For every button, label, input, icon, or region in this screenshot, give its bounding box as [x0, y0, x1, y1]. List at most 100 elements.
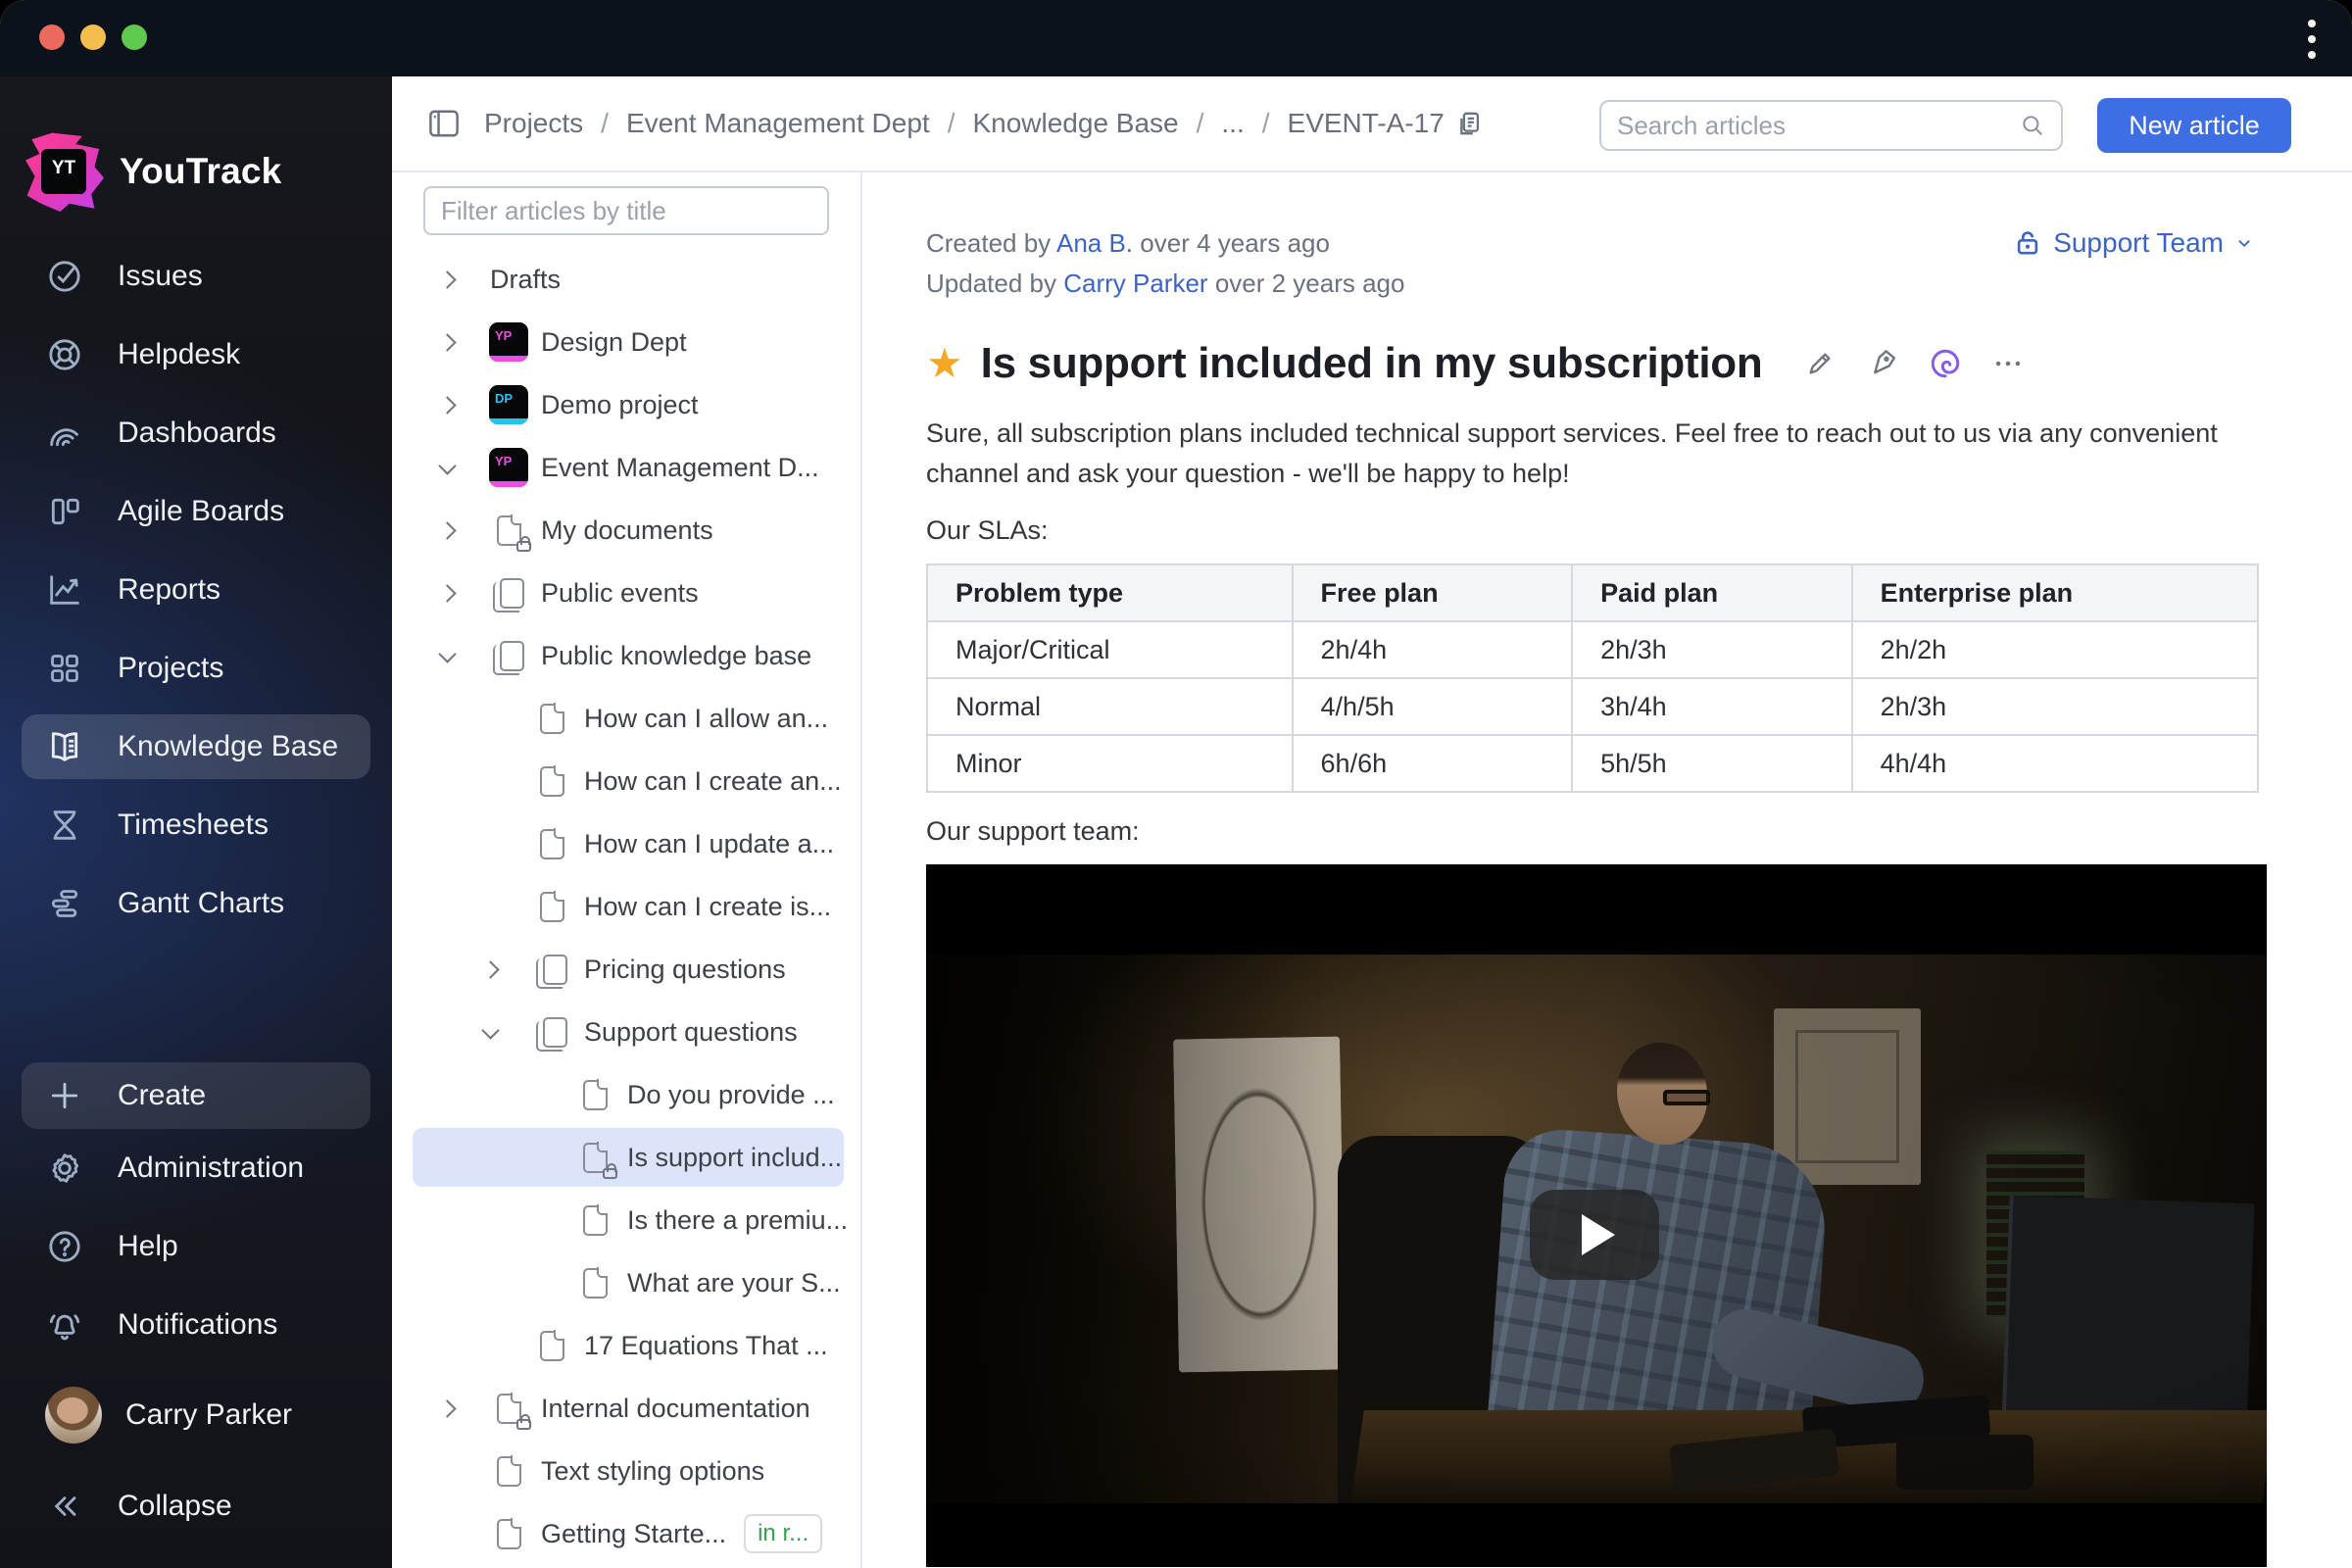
sidebar-item-timesheets[interactable]: Timesheets [0, 786, 392, 864]
tree-item-how-can-i-create-an[interactable]: How can I create an... [392, 750, 860, 812]
sidebar-item-help[interactable]: Help [0, 1207, 392, 1286]
chevron-right-icon[interactable] [438, 332, 457, 352]
document-icon [539, 827, 565, 859]
chevron-right-icon[interactable] [438, 520, 457, 540]
more-actions-button[interactable] [1991, 347, 2025, 380]
tree-item-is-support-included[interactable]: Is support includ... [392, 1126, 860, 1189]
avatar [45, 1387, 102, 1444]
document-icon [582, 1266, 609, 1298]
edit-article-button[interactable] [1803, 347, 1837, 380]
tree-item-getting-started[interactable]: Getting Starte... in r... [392, 1502, 860, 1565]
updated-author-link[interactable]: Carry Parker [1063, 269, 1207, 298]
favorite-star-icon[interactable]: ★ [926, 343, 963, 384]
breadcrumb-event-management-dept[interactable]: Event Management Dept [626, 108, 930, 139]
tree-item-public-knowledge-base[interactable]: Public knowledge base [392, 624, 860, 687]
collapse-sidebar-button[interactable]: Collapse [0, 1466, 392, 1546]
article-view: Created by Ana B. over 4 years ago Updat… [862, 172, 2352, 1568]
tree-item-drafts[interactable]: Drafts [392, 248, 860, 311]
chevron-right-icon[interactable] [438, 395, 457, 415]
tree-item-pricing-questions[interactable]: Pricing questions [392, 938, 860, 1001]
lock-icon [603, 1162, 617, 1179]
chevron-down-icon[interactable] [438, 644, 457, 663]
new-article-button[interactable]: New article [2097, 98, 2291, 153]
tree-item-event-management-dept[interactable]: YP Event Management D... [392, 436, 860, 499]
sidebar-item-agile-boards[interactable]: Agile Boards [0, 472, 392, 551]
tree-item-is-there-a-premium[interactable]: Is there a premiu... [392, 1189, 860, 1251]
copy-id-icon[interactable] [1456, 110, 1482, 137]
agile-boards-icon [51, 498, 79, 525]
documents-stack-icon [492, 577, 524, 612]
table-row: Normal 4/h/5h 3h/4h 2h/3h [926, 677, 2260, 736]
chevron-right-icon[interactable] [438, 583, 457, 603]
youtrack-logo[interactable]: YT YouTrack [25, 131, 281, 212]
chevron-right-icon[interactable] [438, 1398, 457, 1418]
user-menu[interactable]: Carry Parker [0, 1364, 392, 1466]
app-window: YT YouTrack Issues Helpdesk Dashboards A… [0, 0, 2352, 1568]
support-team-label: Our support team: [926, 816, 1140, 846]
chevron-right-icon[interactable] [438, 270, 457, 289]
close-window-button[interactable] [39, 24, 65, 50]
sidebar-item-administration[interactable]: Administration [0, 1129, 392, 1207]
pencil-icon [1809, 353, 1831, 374]
created-author-link[interactable]: Ana B. [1056, 228, 1133, 258]
documents-stack-icon [535, 954, 567, 989]
toggle-panel-icon[interactable] [427, 109, 461, 138]
sidebar-item-reports[interactable]: Reports [0, 551, 392, 629]
tree-item-my-documents[interactable]: My documents [392, 499, 860, 562]
app-title: YouTrack [120, 151, 282, 191]
tree-item-how-can-i-allow[interactable]: How can I allow an... [392, 687, 860, 750]
document-icon [582, 1078, 609, 1110]
tree-item-support-questions[interactable]: Support questions [392, 1001, 860, 1063]
breadcrumb-article-id[interactable]: EVENT-A-17 [1288, 108, 1445, 139]
tree-item-internal-documentation[interactable]: Internal documentation [392, 1377, 860, 1440]
tree-item-text-styling-options[interactable]: Text styling options [392, 1440, 860, 1502]
play-icon [1582, 1214, 1615, 1255]
slas-label: Our SLAs: [926, 515, 1049, 545]
sidebar-item-gantt-charts[interactable]: Gantt Charts [0, 864, 392, 943]
tree-item-public-events[interactable]: Public events [392, 562, 860, 624]
filter-articles-input[interactable] [425, 195, 827, 226]
chevron-down-icon[interactable] [481, 1020, 500, 1040]
sidebar-item-helpdesk[interactable]: Helpdesk [0, 316, 392, 394]
breadcrumb-ellipsis[interactable]: ... [1221, 108, 1244, 139]
zoom-window-button[interactable] [122, 24, 147, 50]
ai-assistant-button[interactable] [1929, 347, 1962, 380]
tree-item-how-can-i-update[interactable]: How can I update a... [392, 812, 860, 875]
breadcrumb-projects[interactable]: Projects [484, 108, 583, 139]
tags-button[interactable] [1866, 347, 1899, 380]
gear-icon [52, 1153, 79, 1183]
breadcrumb: Projects / Event Management Dept / Knowled… [484, 108, 1482, 139]
table-row: Major/Critical 2h/4h 2h/3h 2h/2h [926, 620, 2260, 679]
project-avatar-icon: YP [489, 322, 528, 362]
tree-item-design-dept[interactable]: YP Design Dept [392, 311, 860, 373]
visibility-dropdown[interactable]: Support Team [2014, 227, 2267, 259]
user-name: Carry Parker [125, 1398, 293, 1431]
chevron-right-icon[interactable] [481, 959, 500, 979]
sidebar-item-notifications[interactable]: Notifications [0, 1286, 392, 1364]
article-paragraph: Sure, all subscription plans included te… [926, 418, 2218, 488]
tree-item-do-you-provide[interactable]: Do you provide ... [392, 1063, 860, 1126]
tree-item-what-are-your[interactable]: What are your S... [392, 1251, 860, 1314]
search-articles-box [1599, 100, 2063, 151]
tree-item-how-can-i-create-is[interactable]: How can I create is... [392, 875, 860, 938]
video-player[interactable] [926, 864, 2267, 1567]
sidebar-item-knowledge-base[interactable]: Knowledge Base [0, 708, 392, 786]
search-icon [2023, 116, 2042, 135]
play-button[interactable] [1530, 1190, 1659, 1280]
tree-item-17-equations[interactable]: 17 Equations That ... [392, 1314, 860, 1377]
search-input[interactable] [1601, 110, 2020, 141]
minimize-window-button[interactable] [80, 24, 106, 50]
tag-icon [1874, 350, 1896, 374]
breadcrumb-knowledge-base[interactable]: Knowledge Base [972, 108, 1178, 139]
tree-item-demo-project[interactable]: DP Demo project [392, 373, 860, 436]
sidebar-item-issues[interactable]: Issues [0, 237, 392, 316]
documents-stack-icon [535, 1016, 567, 1052]
browser-menu-icon[interactable] [2299, 18, 2325, 61]
create-button[interactable]: Create [22, 1062, 370, 1129]
document-icon [539, 1329, 565, 1361]
topbar: Projects / Event Management Dept / Knowled… [392, 76, 2352, 172]
column-header: Enterprise plan [1850, 564, 2260, 622]
chevron-down-icon[interactable] [438, 456, 457, 475]
sidebar-item-dashboards[interactable]: Dashboards [0, 394, 392, 472]
sidebar-item-projects[interactable]: Projects [0, 629, 392, 708]
